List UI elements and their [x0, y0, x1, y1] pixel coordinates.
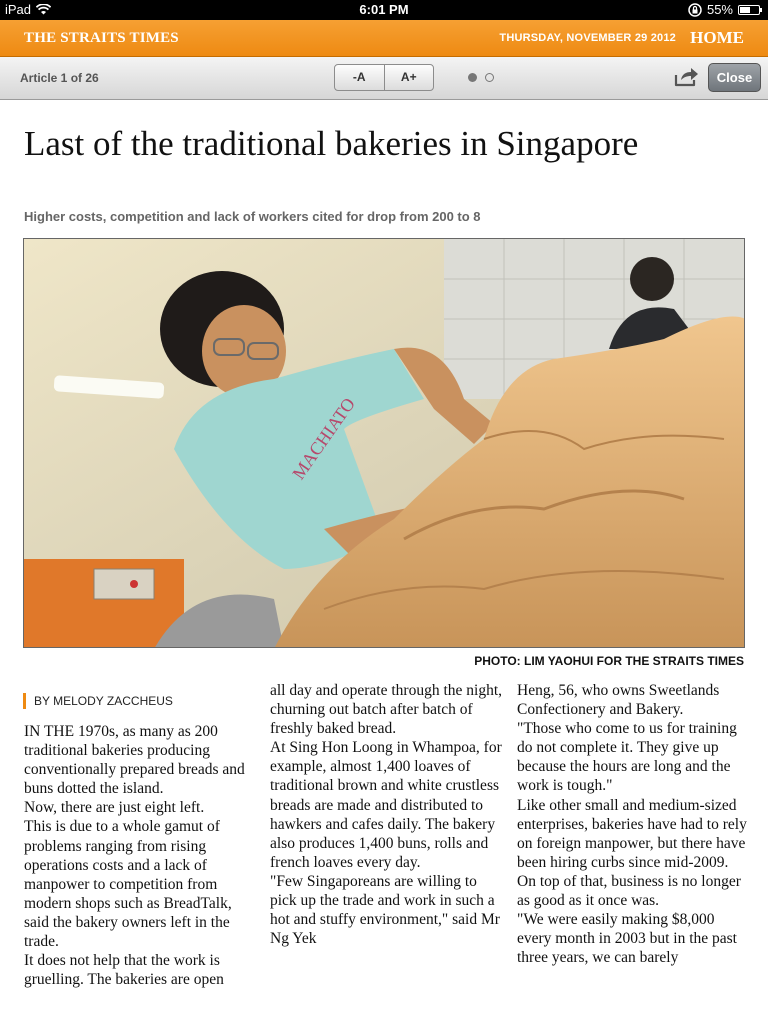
status-bar: iPad 6:01 PM 55% — [0, 0, 768, 20]
battery-percent: 55% — [706, 2, 733, 17]
baker-kneading-dough-image: MACHIATO — [24, 239, 744, 647]
byline: BY MELODY ZACCHEUS — [23, 693, 173, 709]
font-size-control: -A A+ — [334, 64, 434, 91]
article-headline: Last of the traditional bakeries in Sing… — [24, 124, 639, 163]
status-time: 6:01 PM — [359, 2, 409, 17]
brand-header: THE STRAITS TIMES THURSDAY, NOVEMBER 29 … — [0, 20, 768, 57]
rotation-lock-icon — [688, 2, 702, 17]
article-toolbar: Article 1 of 26 -A A+ Close — [0, 57, 768, 100]
battery-icon — [738, 4, 762, 15]
increase-font-button[interactable]: A+ — [383, 65, 434, 90]
page-dot[interactable] — [485, 73, 494, 82]
battery-fill — [740, 6, 750, 13]
page-indicator[interactable] — [468, 73, 494, 82]
article-subhead: Higher costs, competition and lack of wo… — [24, 209, 481, 224]
publication-logo: THE STRAITS TIMES — [24, 30, 179, 46]
decrease-font-button[interactable]: -A — [335, 65, 384, 90]
close-button[interactable]: Close — [708, 63, 761, 92]
article-counter: Article 1 of 26 — [20, 71, 99, 85]
page-dot-active[interactable] — [468, 73, 477, 82]
status-right: 55% — [688, 2, 762, 17]
share-icon[interactable] — [673, 66, 699, 88]
article-column-2: all day and operate through the night, c… — [270, 682, 503, 948]
article-photo: MACHIATO — [23, 238, 745, 648]
article-column-3: Heng, 56, who owns Sweetlands Confection… — [517, 682, 747, 967]
article-column-1: IN THE 1970s, as many as 200 traditional… — [24, 723, 245, 989]
edition-date: THURSDAY, NOVEMBER 29 2012 — [499, 32, 676, 44]
photo-credit: PHOTO: LIM YAOHUI FOR THE STRAITS TIMES — [474, 654, 744, 668]
home-link[interactable]: HOME — [690, 28, 744, 48]
